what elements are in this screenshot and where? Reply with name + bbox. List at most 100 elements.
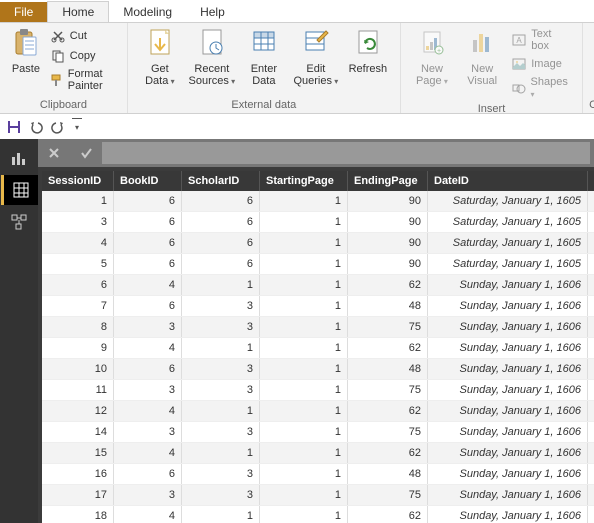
table-row[interactable]: 366190Saturday, January 1, 1605 (42, 212, 594, 233)
column-header[interactable]: EndingPage (348, 171, 428, 191)
table-row[interactable]: 1133175Sunday, January 1, 1606 (42, 380, 594, 401)
table-cell: Sunday, January 1, 1606 (428, 422, 588, 442)
textbox-label: Text box (531, 28, 572, 52)
main-panel: SessionIDBookIDScholarIDStartingPageEndi… (38, 139, 594, 523)
textbox-button[interactable]: A Text box (507, 27, 576, 53)
copy-button[interactable]: Copy (46, 47, 121, 65)
undo-button[interactable] (28, 119, 44, 135)
qat-dropdown[interactable]: ▾ (72, 118, 82, 135)
table-cell: 1 (260, 485, 348, 505)
table-cell: 1 (182, 275, 260, 295)
paste-icon (10, 27, 42, 59)
table-cell: 6 (114, 296, 182, 316)
table-cell: Sunday, January 1, 1606 (428, 359, 588, 379)
get-data-icon (144, 27, 176, 59)
table-row[interactable]: 763148Sunday, January 1, 1606 (42, 296, 594, 317)
new-page-button[interactable]: + New Page (407, 25, 457, 90)
edit-queries-label: Edit Queries (293, 63, 338, 88)
enter-data-label: Enter Data (251, 63, 277, 87)
table-cell: 48 (348, 296, 428, 316)
save-button[interactable] (6, 119, 22, 135)
column-header[interactable]: DateID (428, 171, 588, 191)
table-cell: 75 (348, 317, 428, 337)
formula-cancel-button[interactable] (38, 139, 70, 167)
table-row[interactable]: 1433175Sunday, January 1, 1606 (42, 422, 594, 443)
formula-commit-button[interactable] (70, 139, 102, 167)
table-cell: Saturday, January 1, 1605 (428, 233, 588, 253)
column-header[interactable]: SessionID (42, 171, 114, 191)
format-painter-button[interactable]: Format Painter (46, 67, 121, 93)
table-cell: Sunday, January 1, 1606 (428, 485, 588, 505)
column-header[interactable]: StartingPage (260, 171, 348, 191)
redo-button[interactable] (50, 119, 66, 135)
tab-help[interactable]: Help (186, 2, 239, 22)
format-painter-icon (50, 72, 64, 88)
new-visual-label: New Visual (467, 63, 497, 87)
table-cell: 6 (114, 191, 182, 211)
table-row[interactable]: 641162Sunday, January 1, 1606 (42, 275, 594, 296)
get-data-button[interactable]: Get Data (134, 25, 186, 90)
table-cell: 48 (348, 359, 428, 379)
recent-sources-button[interactable]: Recent Sources (186, 25, 238, 90)
refresh-icon (352, 27, 384, 59)
table-cell: 1 (260, 443, 348, 463)
tab-file[interactable]: File (0, 2, 47, 22)
table-cell: 1 (260, 464, 348, 484)
nav-model-view[interactable] (2, 207, 36, 237)
nav-report-view[interactable] (2, 143, 36, 173)
group-clipboard: Paste Cut Copy Format Painter (0, 23, 128, 113)
table-cell: 18 (42, 506, 114, 523)
table-cell: 1 (182, 338, 260, 358)
table-cell: Sunday, January 1, 1606 (428, 338, 588, 358)
table-row[interactable]: 1063148Sunday, January 1, 1606 (42, 359, 594, 380)
svg-text:A: A (517, 36, 523, 45)
table-cell: Sunday, January 1, 1606 (428, 317, 588, 337)
table-row[interactable]: 833175Sunday, January 1, 1606 (42, 317, 594, 338)
edit-queries-button[interactable]: Edit Queries (290, 25, 342, 90)
refresh-button[interactable]: Refresh (342, 25, 394, 77)
nav-data-view[interactable] (1, 175, 38, 205)
enter-data-button[interactable]: Enter Data (238, 25, 290, 89)
table-row[interactable]: 566190Saturday, January 1, 1605 (42, 254, 594, 275)
tab-home[interactable]: Home (47, 1, 109, 22)
table-row[interactable]: 1841162Sunday, January 1, 1606 (42, 506, 594, 523)
formula-input[interactable] (102, 142, 590, 164)
image-icon (511, 56, 527, 72)
recent-sources-label: Recent Sources (189, 63, 236, 88)
table-cell: 1 (260, 254, 348, 274)
tab-modeling[interactable]: Modeling (109, 2, 186, 22)
shapes-button[interactable]: Shapes (507, 75, 576, 101)
table-cell: 6 (114, 464, 182, 484)
table-cell: 1 (182, 506, 260, 523)
quick-access-toolbar: ▾ (0, 114, 594, 139)
cut-label: Cut (70, 30, 87, 42)
column-header[interactable]: BookID (114, 171, 182, 191)
paste-button[interactable]: Paste (6, 25, 46, 77)
cut-button[interactable]: Cut (46, 27, 121, 45)
table-row[interactable]: 466190Saturday, January 1, 1605 (42, 233, 594, 254)
table-row[interactable]: 1663148Sunday, January 1, 1606 (42, 464, 594, 485)
table-cell: 6 (182, 254, 260, 274)
group-clipboard-label: Clipboard (6, 97, 121, 113)
new-visual-button[interactable]: New Visual (457, 25, 507, 89)
table-cell: 4 (114, 275, 182, 295)
table-row[interactable]: 166190Saturday, January 1, 1605 (42, 191, 594, 212)
table-cell: 90 (348, 254, 428, 274)
table-cell: 4 (114, 401, 182, 421)
table-cell: Sunday, January 1, 1606 (428, 380, 588, 400)
table-row[interactable]: 941162Sunday, January 1, 1606 (42, 338, 594, 359)
column-header[interactable]: ScholarID (182, 171, 260, 191)
table-cell: 4 (114, 443, 182, 463)
new-page-icon: + (416, 27, 448, 59)
table-cell: 6 (42, 275, 114, 295)
table-row[interactable]: 1733175Sunday, January 1, 1606 (42, 485, 594, 506)
table-row[interactable]: 1241162Sunday, January 1, 1606 (42, 401, 594, 422)
table-cell: 1 (260, 191, 348, 211)
image-button[interactable]: Image (507, 55, 576, 73)
table-cell: 1 (260, 296, 348, 316)
table-row[interactable]: 1541162Sunday, January 1, 1606 (42, 443, 594, 464)
table-cell: Sunday, January 1, 1606 (428, 275, 588, 295)
cut-icon (50, 28, 66, 44)
left-nav (0, 139, 38, 523)
table-cell: 1 (260, 233, 348, 253)
